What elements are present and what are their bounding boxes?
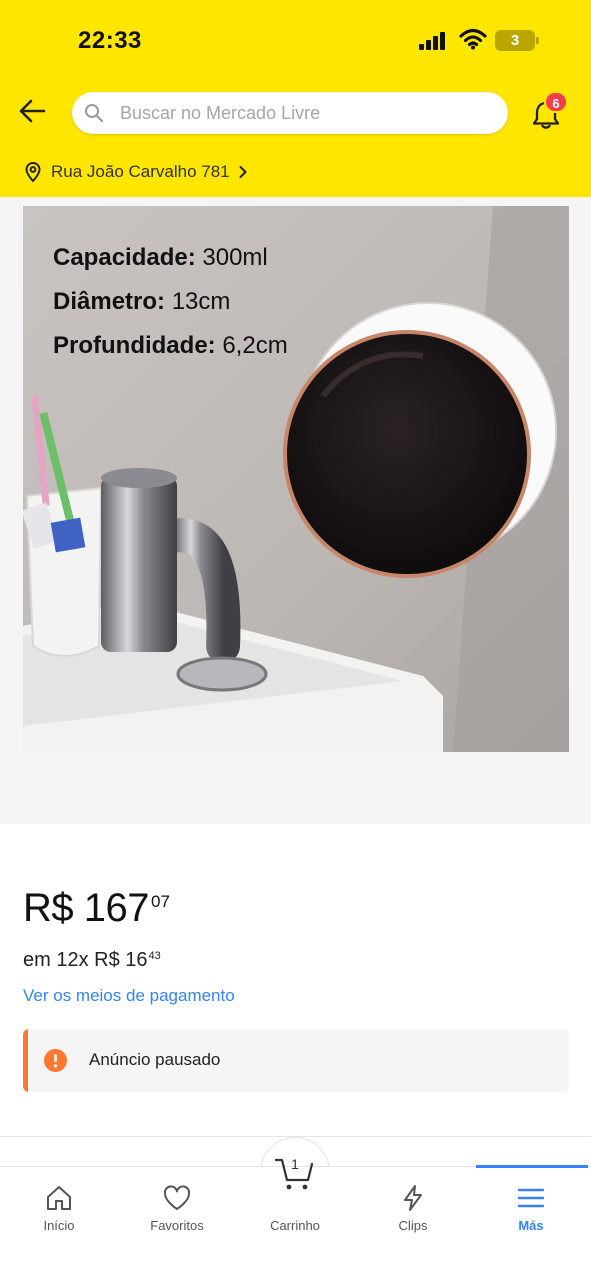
home-icon	[47, 1186, 71, 1210]
nav-label-inicio: Início	[43, 1218, 75, 1233]
payment-methods-link[interactable]: Ver os meios de pagamento	[23, 986, 235, 1006]
notice-text: Anúncio pausado	[89, 1050, 221, 1069]
spec-capacity: Capacidade: 300ml	[53, 244, 268, 271]
nav-label-carrinho: Carrinho	[270, 1218, 320, 1233]
cart-count: 1	[291, 1156, 299, 1172]
app-header: 22:33 3 Buscar no Mercado Livre 6 Rua Jo…	[0, 0, 591, 197]
price-currency: R$	[23, 886, 74, 930]
nav-label-favoritos: Favoritos	[150, 1218, 204, 1233]
installments-text: em 12x R$ 1643	[23, 949, 161, 971]
wifi-icon	[459, 28, 487, 50]
nav-label-mas: Más	[518, 1218, 544, 1233]
price-cents: 07	[151, 892, 170, 911]
location-text: Rua João Carvalho 781	[51, 162, 230, 181]
nav-item-favoritos[interactable]: Favoritos	[118, 1167, 236, 1247]
price-integer: 167	[83, 886, 150, 930]
product-price: R$ 167 07	[23, 886, 170, 931]
nav-item-clips[interactable]: Clips	[354, 1167, 472, 1247]
signal-icon	[419, 32, 445, 50]
notice-accent-bar	[23, 1029, 28, 1092]
chevron-right-icon	[239, 166, 247, 178]
spec-diameter: Diâmetro: 13cm	[53, 288, 231, 315]
heart-icon	[163, 1185, 191, 1210]
nav-label-clips: Clips	[398, 1218, 428, 1233]
nav-item-mas[interactable]: Más	[472, 1167, 590, 1247]
battery-level: 3	[510, 32, 520, 49]
back-arrow-icon[interactable]	[17, 96, 49, 126]
battery-icon: 3	[495, 30, 539, 51]
warning-icon	[44, 1049, 67, 1072]
spec-depth: Profundidade: 6,2cm	[53, 332, 288, 359]
nav-item-inicio[interactable]: Início	[0, 1167, 118, 1247]
installments-cents: 43	[148, 950, 161, 962]
lightning-icon	[404, 1185, 422, 1211]
search-input[interactable]: Buscar no Mercado Livre	[72, 92, 508, 134]
location-selector[interactable]: Rua João Carvalho 781	[24, 159, 250, 185]
search-placeholder: Buscar no Mercado Livre	[120, 103, 321, 123]
menu-icon	[517, 1188, 545, 1208]
notification-badge: 6	[544, 91, 568, 113]
search-icon	[85, 104, 104, 123]
paused-listing-notice: Anúncio pausado	[23, 1029, 569, 1092]
product-image[interactable]: Capacidade: 300ml Diâmetro: 13cm Profund…	[23, 206, 569, 752]
location-pin-icon	[25, 162, 41, 182]
status-time: 22:33	[78, 27, 142, 54]
